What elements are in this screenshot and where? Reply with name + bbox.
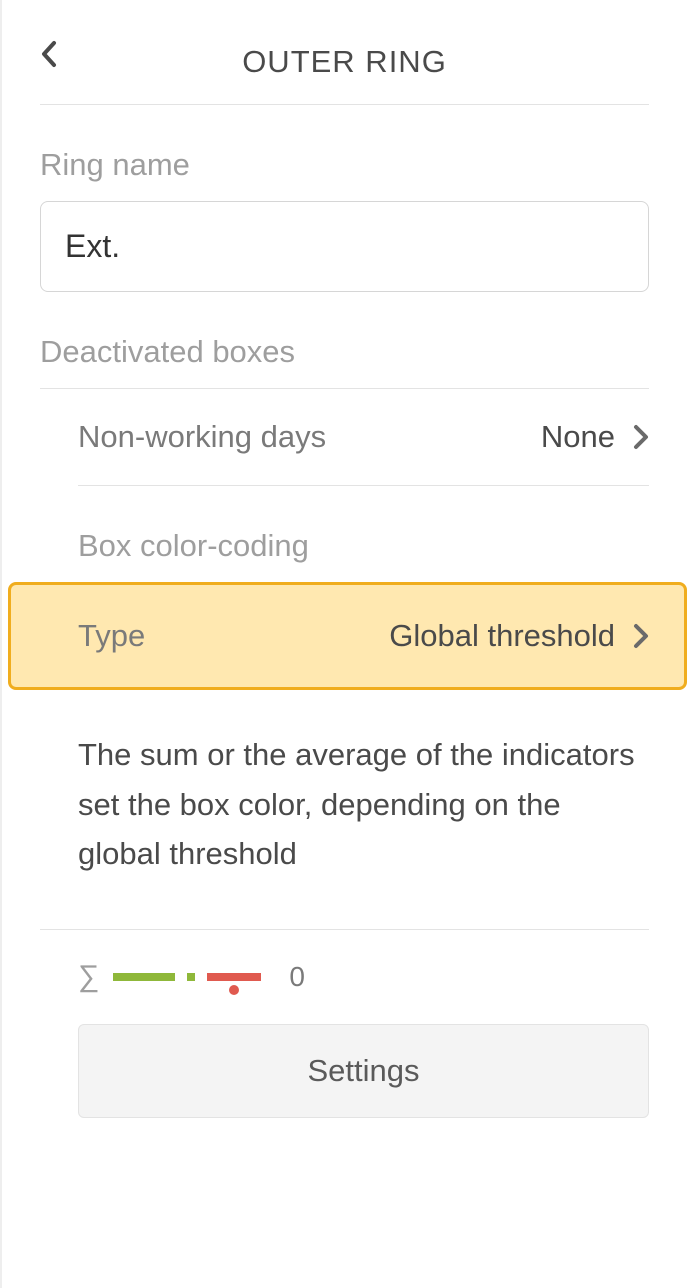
header: OUTER RING xyxy=(40,30,649,98)
box-color-label: Box color-coding xyxy=(78,528,649,564)
color-type-label: Type xyxy=(78,618,389,654)
chevron-left-icon xyxy=(40,40,58,68)
ring-name-input[interactable] xyxy=(40,201,649,292)
threshold-bar-green-tick xyxy=(187,973,195,981)
non-working-days-value: None xyxy=(541,419,615,455)
non-working-days-row[interactable]: Non-working days None xyxy=(78,389,649,485)
threshold-indicator: ∑ 0 xyxy=(78,960,649,994)
divider xyxy=(40,929,649,930)
threshold-value: 0 xyxy=(289,961,305,993)
page-title: OUTER RING xyxy=(40,30,649,98)
sigma-icon: ∑ xyxy=(78,960,99,994)
divider xyxy=(40,104,649,105)
color-type-row[interactable]: Type Global threshold xyxy=(78,582,649,690)
color-description: The sum or the average of the indicators… xyxy=(78,730,649,879)
ring-name-label: Ring name xyxy=(40,147,649,183)
threshold-bar-red xyxy=(207,973,261,981)
non-working-days-label: Non-working days xyxy=(78,419,541,455)
deactivated-label: Deactivated boxes xyxy=(40,334,649,370)
back-button[interactable] xyxy=(40,40,58,68)
settings-button[interactable]: Settings xyxy=(78,1024,649,1118)
divider xyxy=(78,485,649,486)
chevron-right-icon xyxy=(633,623,649,649)
color-type-value: Global threshold xyxy=(389,618,615,654)
chevron-right-icon xyxy=(633,424,649,450)
threshold-bar-green xyxy=(113,973,175,981)
